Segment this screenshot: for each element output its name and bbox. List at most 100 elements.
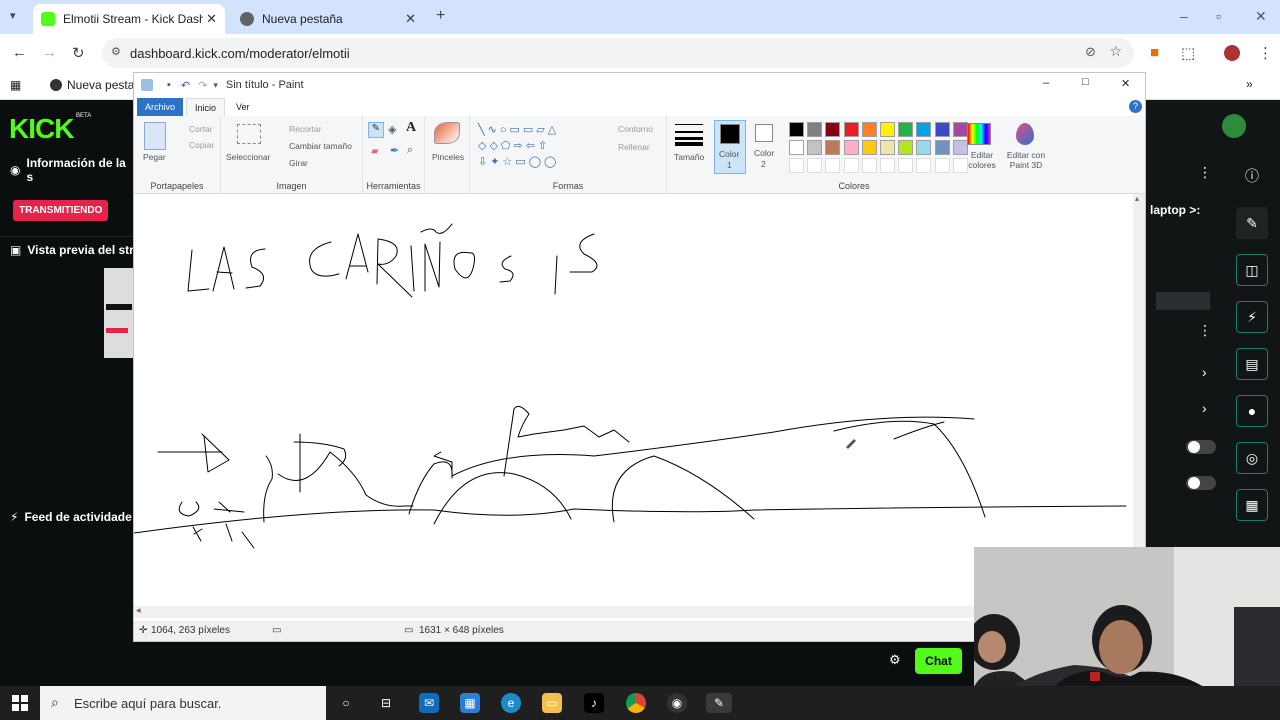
edit-paint3d-button[interactable]: Editar con Paint 3D: [1002, 120, 1048, 176]
color-swatch[interactable]: [898, 140, 914, 155]
tab-nueva-pestana[interactable]: Nueva pestaña ✕: [232, 4, 424, 34]
rotate-button[interactable]: Girar: [289, 158, 308, 168]
color-swatch[interactable]: [807, 122, 823, 137]
color-swatch[interactable]: [843, 122, 859, 137]
color-swatch[interactable]: [898, 122, 914, 137]
empty-color-slot[interactable]: [880, 158, 895, 173]
close-icon[interactable]: ✕: [405, 11, 416, 27]
extensions-puzzle-icon[interactable]: ⬚: [1181, 44, 1195, 62]
crop-button[interactable]: Recortar: [289, 124, 322, 134]
taskbar-search-box[interactable]: ⌕ Escribe aquí para buscar.: [40, 686, 326, 720]
avatar[interactable]: [1222, 114, 1246, 138]
paint-taskbar-icon[interactable]: ✎: [706, 693, 732, 713]
color-swatch[interactable]: [861, 140, 877, 155]
reload-icon[interactable]: ↻: [72, 44, 85, 62]
tab-inicio[interactable]: Inicio: [186, 98, 226, 116]
color-swatch[interactable]: [789, 140, 804, 155]
toggle-switch[interactable]: [1186, 440, 1216, 454]
bookmarks-overflow-icon[interactable]: »: [1246, 77, 1253, 91]
tab-kick-dashboard[interactable]: Elmotii Stream - Kick Dashboard ✕: [33, 4, 225, 34]
copy-button[interactable]: Copiar: [189, 140, 214, 150]
color2-button[interactable]: Color 2: [749, 120, 781, 174]
kick-logo[interactable]: KICK: [9, 113, 74, 145]
shapes-gallery[interactable]: ╲∿○▭▭▱△ ◇◇⬠⇨⇦⇧ ⇩✦☆▭◯◯: [478, 122, 598, 172]
color-swatch[interactable]: [825, 122, 841, 137]
text-tool-icon[interactable]: A: [406, 120, 416, 136]
apps-grid-icon[interactable]: ▦: [10, 78, 21, 92]
color-picker-icon[interactable]: ✒: [390, 144, 399, 157]
mail-icon[interactable]: ✉: [419, 693, 439, 713]
more-menu-icon[interactable]: ⋮: [1258, 44, 1273, 62]
cut-button[interactable]: Cortar: [189, 124, 213, 134]
help-icon[interactable]: ?: [1129, 100, 1142, 113]
more-options-icon[interactable]: ⋮: [1198, 164, 1212, 181]
tab-archivo[interactable]: Archivo: [137, 98, 184, 116]
site-info-icon[interactable]: ⚙: [111, 45, 121, 58]
info-icon[interactable]: ⓘ: [1236, 160, 1268, 192]
store-icon[interactable]: ▦: [460, 693, 480, 713]
color-swatch[interactable]: [880, 122, 895, 137]
stream-preview-thumbnail[interactable]: [104, 268, 134, 358]
chat-button[interactable]: Chat: [915, 648, 962, 674]
edge-icon[interactable]: e: [501, 693, 521, 713]
obs-icon[interactable]: ◉: [667, 693, 687, 713]
edit-colors-button[interactable]: Editar colores: [962, 120, 998, 176]
document-icon[interactable]: ▤: [1236, 348, 1268, 380]
layout-icon[interactable]: ▦: [1236, 489, 1268, 521]
tab-ver[interactable]: Ver: [228, 98, 258, 116]
close-window-icon[interactable]: ✕: [1255, 8, 1267, 25]
color-swatch[interactable]: [807, 140, 823, 155]
eraser-icon[interactable]: ▰: [371, 146, 379, 157]
fill-bucket-icon[interactable]: ◈: [388, 123, 396, 136]
windows-start-icon[interactable]: [12, 695, 28, 711]
close-icon[interactable]: ✕: [206, 11, 217, 27]
paste-button[interactable]: [144, 122, 166, 150]
empty-color-slot[interactable]: [861, 158, 877, 173]
color-swatch[interactable]: [934, 140, 950, 155]
color-swatch[interactable]: [916, 122, 932, 137]
minimize-icon[interactable]: –: [1043, 77, 1049, 89]
size-button[interactable]: Tamaño: [670, 120, 708, 176]
empty-color-slot[interactable]: [916, 158, 932, 173]
back-icon[interactable]: ←: [12, 44, 27, 61]
select-button[interactable]: [237, 124, 261, 144]
task-view-icon[interactable]: ⊟: [376, 693, 396, 713]
undo-icon[interactable]: ↶: [181, 79, 190, 92]
cortana-icon[interactable]: ○: [336, 693, 356, 713]
color-swatch[interactable]: [916, 140, 932, 155]
forward-icon[interactable]: →: [42, 44, 57, 61]
empty-color-slot[interactable]: [825, 158, 841, 173]
url-input[interactable]: ⚙ dashboard.kick.com/moderator/elmotii ⊘…: [102, 38, 1134, 68]
close-icon[interactable]: ✕: [1121, 77, 1130, 90]
redo-icon[interactable]: ↷: [198, 79, 207, 92]
empty-color-slot[interactable]: [843, 158, 859, 173]
settings-gear-icon[interactable]: ⚙: [889, 652, 901, 668]
pencil-icon[interactable]: ✎: [368, 122, 384, 138]
new-tab-icon[interactable]: +: [436, 7, 445, 25]
fill-button[interactable]: Rellenar: [618, 142, 650, 152]
chevron-right-icon[interactable]: ›: [1202, 364, 1207, 380]
broadcast-icon[interactable]: ◎: [1236, 442, 1268, 474]
bookmark-star-icon[interactable]: ☆: [1109, 43, 1122, 60]
file-explorer-icon[interactable]: ▭: [542, 693, 562, 713]
maximize-icon[interactable]: □: [1082, 76, 1089, 88]
chat-bubble-icon[interactable]: ●: [1236, 395, 1268, 427]
empty-color-slot[interactable]: [898, 158, 914, 173]
flash-icon[interactable]: ⚡: [1236, 301, 1268, 333]
extension-icon[interactable]: ■: [1150, 44, 1159, 61]
color-swatch[interactable]: [789, 122, 804, 137]
profile-avatar[interactable]: [1224, 45, 1240, 61]
stream-preview-header[interactable]: ▣ Vista previa del str: [0, 233, 134, 267]
more-options-icon[interactable]: ⋮: [1198, 322, 1212, 339]
empty-color-slot[interactable]: [789, 158, 804, 173]
scroll-up-icon[interactable]: ▴: [1135, 194, 1139, 203]
horizontal-scrollbar[interactable]: ◂: [134, 605, 974, 618]
hide-icon[interactable]: ⊘: [1085, 44, 1096, 60]
select-label[interactable]: Seleccionar: [226, 152, 270, 162]
brushes-button[interactable]: Pinceles: [426, 116, 466, 176]
minimize-icon[interactable]: –: [1180, 8, 1188, 24]
screenshot-icon[interactable]: ◫: [1236, 254, 1268, 286]
toggle-switch[interactable]: [1186, 476, 1216, 490]
chevron-right-icon[interactable]: ›: [1202, 400, 1207, 416]
paste-label[interactable]: Pegar: [143, 152, 166, 162]
